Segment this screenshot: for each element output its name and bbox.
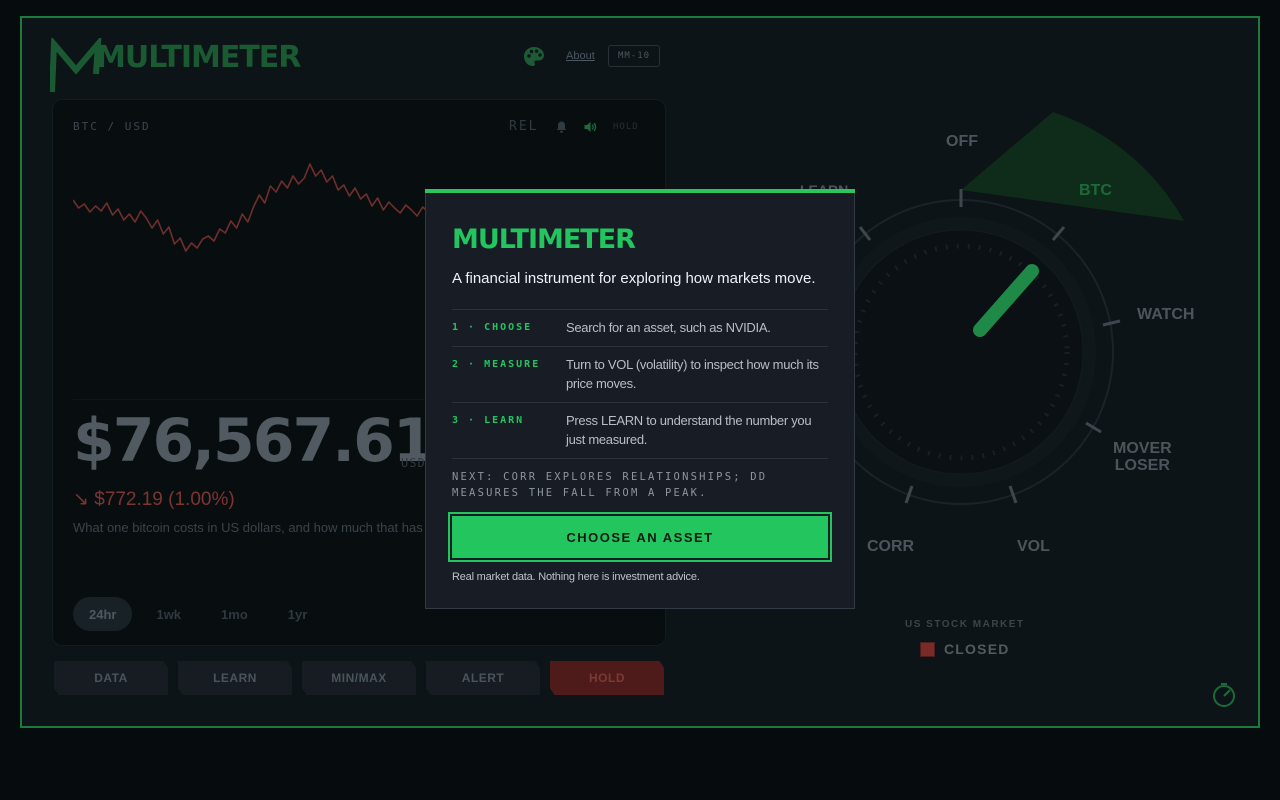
step-text: Press LEARN to understand the number you… (566, 413, 812, 447)
market-status-text: CLOSED (944, 641, 1010, 657)
model-badge: MM-10 (608, 45, 660, 67)
step-key: 1 · CHOOSE (452, 322, 533, 333)
dialog-disclaimer: Real market data. Nothing here is invest… (452, 571, 700, 583)
dial-label-watch[interactable]: WATCH (1137, 306, 1194, 324)
market-status: CLOSED (920, 641, 1010, 657)
dialog-next-note: NEXT: CORR EXPLORES RELATIONSHIPS; DD ME… (452, 471, 768, 499)
dial-label-mover-line2: LOSER (1114, 457, 1170, 474)
dialog-accent-bar (425, 189, 855, 193)
range-1wk[interactable]: 1wk (140, 597, 197, 631)
welcome-dialog: MULTIMETER A financial instrument for ex… (425, 189, 855, 609)
choose-asset-button[interactable]: CHOOSE AN ASSET (448, 512, 832, 562)
palette-icon[interactable] (522, 45, 546, 69)
minmax-button[interactable]: MIN/MAX (302, 661, 416, 695)
function-buttons: DATA LEARN MIN/MAX ALERT HOLD (54, 661, 664, 695)
step-item: 3 · LEARN Press LEARN to understand the … (452, 403, 828, 459)
dialog-title: MULTIMETER (452, 224, 636, 255)
range-1mo[interactable]: 1mo (205, 597, 264, 631)
step-text: Turn to VOL (volatility) to inspect how … (566, 357, 819, 391)
step-text: Search for an asset, such as NVIDIA. (566, 320, 771, 335)
market-status-indicator (920, 641, 935, 657)
range-selector: 24hr 1wk 1mo 1yr (73, 597, 323, 631)
alert-button[interactable]: ALERT (426, 661, 540, 695)
pair-label: BTC / USD (73, 120, 151, 133)
bell-icon[interactable] (556, 121, 567, 133)
step-key: 2 · MEASURE (452, 359, 541, 370)
learn-button[interactable]: LEARN (178, 661, 292, 695)
logo: MULTIMETER (50, 38, 301, 98)
price-unit: USD (401, 456, 426, 470)
dial-label-btc[interactable]: BTC (1079, 182, 1112, 200)
dial-label-vol[interactable]: VOL (1017, 538, 1050, 556)
rel-toggle[interactable]: REL (509, 119, 538, 134)
dial-label-off[interactable]: OFF (946, 133, 978, 151)
price-change: ↘ $772.19 (1.00%) (73, 489, 235, 510)
about-link[interactable]: About (566, 50, 595, 62)
speaker-icon[interactable] (584, 121, 597, 133)
price-value: $76,567.61 (73, 406, 435, 476)
dial-knob[interactable] (838, 229, 1084, 475)
logo-text: MULTIMETER (96, 40, 301, 75)
market-label: US STOCK MARKET (905, 619, 1025, 630)
step-key: 3 · LEARN (452, 415, 525, 426)
step-item: 1 · CHOOSE Search for an asset, such as … (452, 310, 828, 347)
price-description: What one bitcoin costs in US dollars, an… (73, 520, 477, 535)
gauge-icon[interactable] (1210, 682, 1238, 708)
dial-label-mover-line1: MOVER (1113, 440, 1172, 457)
range-24hr[interactable]: 24hr (73, 597, 133, 631)
choose-asset-label: CHOOSE AN ASSET (452, 516, 828, 558)
hold-tag: HOLD (613, 122, 639, 132)
step-list: 1 · CHOOSE Search for an asset, such as … (452, 309, 828, 459)
data-button[interactable]: DATA (54, 661, 168, 695)
hold-button[interactable]: HOLD (550, 661, 664, 695)
range-1yr[interactable]: 1yr (272, 597, 324, 631)
step-item: 2 · MEASURE Turn to VOL (volatility) to … (452, 347, 828, 403)
dialog-subtitle: A financial instrument for exploring how… (452, 270, 816, 287)
dial-label-mover[interactable]: MOVER LOSER (1113, 440, 1172, 474)
dial-label-corr[interactable]: CORR (867, 538, 914, 556)
